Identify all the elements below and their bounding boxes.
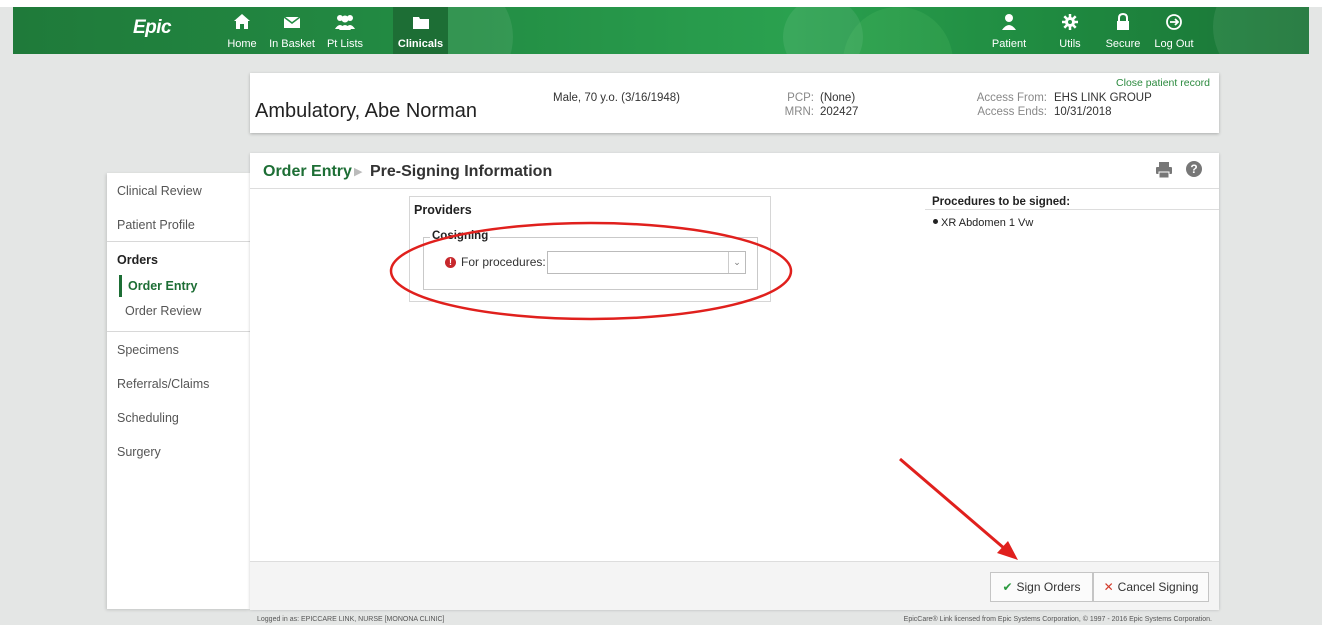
nav-utils[interactable]: Utils [1053, 7, 1087, 54]
action-bar: ✔ Sign Orders ✕ Cancel Signing [250, 561, 1219, 610]
pre-signing-panel: Order Entry ▶ Pre-Signing Information ? … [250, 153, 1219, 610]
print-icon[interactable] [1155, 161, 1173, 184]
patient-demographics: Male, 70 y.o. (3/16/1948) [553, 92, 680, 104]
person-icon [988, 13, 1030, 35]
pcp-label: PCP: [787, 92, 814, 104]
nav-clinicals[interactable]: Clinicals [393, 7, 448, 54]
sidebar-item-surgery[interactable]: Surgery [117, 445, 161, 459]
nav-in-basket[interactable]: In Basket [265, 7, 319, 54]
providers-section: Providers Cosigning ! For procedures: ⌄ [409, 196, 771, 302]
cancel-signing-button[interactable]: ✕ Cancel Signing [1093, 572, 1209, 602]
sidebar-item-patient-profile[interactable]: Patient Profile [117, 218, 195, 232]
close-patient-record-link[interactable]: Close patient record [1116, 77, 1210, 89]
lock-icon [1103, 12, 1143, 35]
access-from-value: EHS LINK GROUP [1054, 92, 1152, 104]
chevron-down-icon[interactable]: ⌄ [728, 252, 745, 273]
checkmark-icon: ✔ [1002, 580, 1013, 594]
access-ends-value: 10/31/2018 [1054, 106, 1112, 118]
cosigning-legend: Cosigning [430, 230, 491, 242]
providers-title: Providers [414, 203, 472, 217]
envelope-icon [265, 13, 319, 35]
sidebar-section-orders[interactable]: Orders [117, 253, 158, 267]
sidebar-item-referrals-claims[interactable]: Referrals/Claims [117, 377, 209, 391]
bullet-icon [933, 218, 938, 224]
close-icon: ✕ [1103, 580, 1114, 594]
sidebar-item-scheduling[interactable]: Scheduling [117, 411, 179, 425]
breadcrumb-separator-icon: ▶ [354, 166, 363, 178]
nav-pt-lists[interactable]: Pt Lists [323, 7, 367, 54]
for-procedures-dropdown[interactable]: ⌄ [547, 251, 746, 274]
top-nav-bar: Epic Home In Basket Pt Lists Clinicals P… [13, 7, 1309, 54]
page-title: Pre-Signing Information [370, 163, 553, 180]
logout-icon [1151, 13, 1197, 35]
nav-secure[interactable]: Secure [1103, 7, 1143, 54]
breadcrumb-order-entry[interactable]: Order Entry [263, 163, 352, 181]
procedures-divider [925, 209, 1219, 210]
for-procedures-label: For procedures: [461, 255, 546, 269]
home-icon [225, 13, 259, 35]
sidebar-divider [107, 241, 250, 242]
nav-log-out[interactable]: Log Out [1151, 7, 1197, 54]
sidebar-item-order-review[interactable]: Order Review [125, 304, 201, 318]
activity-sidebar: Clinical Review Patient Profile Orders O… [107, 173, 250, 609]
cosigning-group: Cosigning ! For procedures: ⌄ [423, 230, 758, 290]
panel-title-bar: Order Entry ▶ Pre-Signing Information ? [250, 153, 1219, 189]
required-alert-icon: ! [445, 257, 456, 268]
epic-logo: Epic [133, 17, 172, 38]
mrn-label: MRN: [784, 106, 814, 118]
sidebar-divider [107, 331, 250, 332]
nav-home[interactable]: Home [225, 7, 259, 54]
access-ends-label: Access Ends: [977, 106, 1047, 118]
patient-header-card: Ambulatory, Abe Norman Male, 70 y.o. (3/… [250, 73, 1219, 133]
nav-patient[interactable]: Patient [988, 7, 1030, 54]
help-icon[interactable]: ? [1186, 161, 1202, 177]
sidebar-item-order-entry[interactable]: Order Entry [119, 275, 197, 297]
procedures-to-be-signed-title: Procedures to be signed: [932, 196, 1071, 208]
sign-orders-button[interactable]: ✔ Sign Orders [990, 572, 1093, 602]
access-from-label: Access From: [976, 92, 1047, 104]
procedure-list-item: XR Abdomen 1 Vw [933, 217, 1033, 229]
logged-in-as-text: Logged in as: EPICCARE LINK, NURSE [MONO… [257, 616, 445, 623]
mrn-value: 202427 [820, 106, 859, 118]
folder-icon [393, 13, 448, 35]
top-cutoff-strip [0, 0, 1322, 7]
people-icon [323, 13, 367, 35]
license-text: EpicCare® Link licensed from Epic System… [903, 616, 1212, 623]
sidebar-item-specimens[interactable]: Specimens [117, 343, 179, 357]
sidebar-item-clinical-review[interactable]: Clinical Review [117, 184, 202, 198]
patient-name: Ambulatory, Abe Norman [255, 100, 477, 122]
gear-icon [1053, 13, 1087, 35]
pcp-value: (None) [820, 92, 856, 104]
